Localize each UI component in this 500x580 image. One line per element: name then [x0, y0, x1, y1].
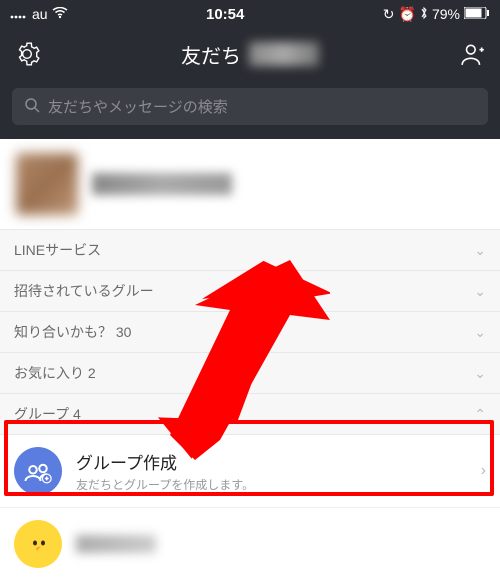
section-favorites[interactable]: お気に入り 2 ⌄ [0, 352, 500, 393]
profile-name-redacted [92, 173, 232, 195]
search-bar: 友だちやメッセージの検索 [0, 80, 500, 139]
wifi-icon [52, 6, 68, 22]
redacted-count [249, 42, 319, 66]
search-icon [24, 97, 40, 117]
clock: 10:54 [206, 6, 244, 23]
sally-avatar [14, 520, 62, 568]
section-label: グループ 4 [14, 404, 81, 424]
my-profile-row[interactable] [0, 139, 500, 229]
bluetooth-icon [420, 6, 428, 23]
add-friend-icon[interactable] [460, 41, 486, 67]
battery-percent: 79% [432, 6, 460, 22]
section-label: お気に入り 2 [14, 363, 96, 383]
chevron-down-icon: ⌄ [474, 365, 486, 382]
page-title: 友だち [181, 40, 241, 69]
item-name-redacted [76, 535, 156, 553]
create-group-subtitle: 友だちとグループを作成します。 [76, 476, 467, 493]
avatar [16, 153, 78, 215]
chevron-up-icon: ⌃ [474, 406, 486, 423]
signal-icon [10, 6, 28, 22]
section-label: 知り合いかも？ 30 [14, 322, 131, 342]
chevron-right-icon: › [481, 462, 486, 480]
section-line-service[interactable]: LINEサービス ⌄ [0, 229, 500, 270]
chevron-down-icon: ⌄ [474, 324, 486, 341]
alarm-icon: ⏰ [399, 6, 416, 23]
section-label: 招待されているグルー [14, 281, 154, 301]
group-create-icon [14, 447, 62, 495]
search-placeholder: 友だちやメッセージの検索 [48, 96, 228, 117]
settings-icon[interactable] [14, 41, 40, 67]
section-label: LINEサービス [14, 240, 101, 260]
section-invited-groups[interactable]: 招待されているグルー ⌄ [0, 270, 500, 311]
carrier-label: au [32, 6, 48, 22]
header: 友だち [0, 28, 500, 80]
section-groups[interactable]: グループ 4 ⌃ [0, 393, 500, 434]
section-maybe-know[interactable]: 知り合いかも？ 30 ⌄ [0, 311, 500, 352]
chevron-down-icon: ⌄ [474, 242, 486, 259]
create-group-row[interactable]: グループ作成 友だちとグループを作成します。 › [0, 434, 500, 507]
create-group-title: グループ作成 [76, 449, 467, 474]
search-input[interactable]: 友だちやメッセージの検索 [12, 88, 488, 125]
chevron-down-icon: ⌄ [474, 283, 486, 300]
rotation-lock-icon: ↻ [383, 6, 395, 23]
list-item[interactable] [0, 507, 500, 580]
status-bar: au 10:54 ↻ ⏰ 79% [0, 0, 500, 28]
battery-icon [464, 6, 490, 22]
